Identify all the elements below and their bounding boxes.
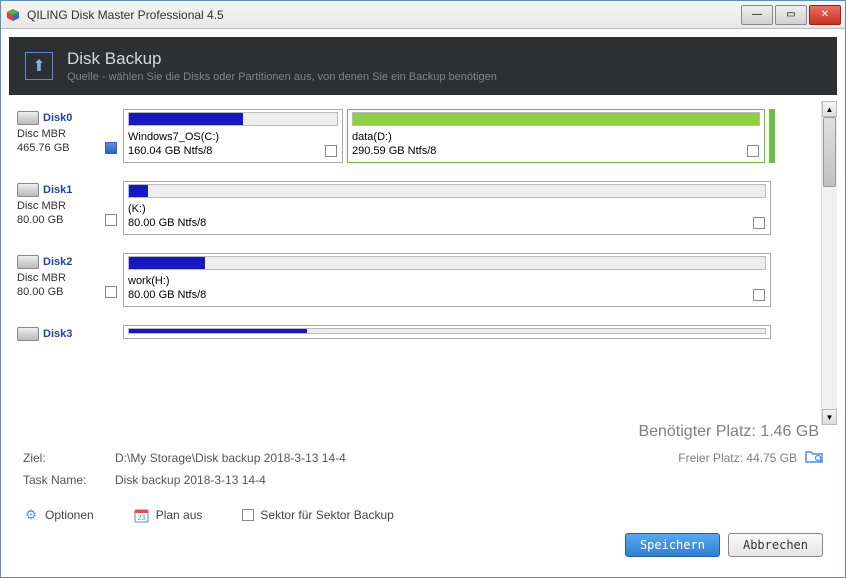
partition-checkbox[interactable] xyxy=(753,217,765,229)
partition-meta: 80.00 GB Ntfs/8 xyxy=(128,216,766,230)
footer: Ziel: D:\My Storage\Disk backup 2018-3-1… xyxy=(9,441,837,497)
partition-meta: 80.00 GB Ntfs/8 xyxy=(128,288,766,302)
backup-icon: ⬆ xyxy=(25,52,53,80)
disk-size: 465.76 GB xyxy=(17,141,70,155)
disk-info: Disk1 Disc MBR80.00 GB xyxy=(17,181,117,235)
partition-meta: 290.59 GB Ntfs/8 xyxy=(352,144,760,158)
disk-info: Disk3 xyxy=(17,325,117,343)
schedule-link[interactable]: 23 Plan aus xyxy=(134,507,203,523)
required-space-value: 1.46 GB xyxy=(760,423,819,440)
ziel-label: Ziel: xyxy=(23,451,115,465)
browse-folder-icon[interactable] xyxy=(805,449,823,467)
hard-disk-icon xyxy=(17,255,39,269)
disk-type: Disc MBR xyxy=(17,271,117,285)
hard-disk-icon xyxy=(17,111,39,125)
button-row: Speichern Abbrechen xyxy=(9,533,837,569)
partition-list: work(H:)80.00 GB Ntfs/8 xyxy=(123,253,821,307)
disk-checkbox[interactable] xyxy=(105,142,117,154)
minimize-button[interactable]: — xyxy=(741,5,773,25)
partition[interactable]: work(H:)80.00 GB Ntfs/8 xyxy=(123,253,771,307)
disk-row: Disk0 Disc MBR465.76 GB Windows7_OS(C:)160… xyxy=(17,109,821,163)
svg-text:23: 23 xyxy=(138,515,146,522)
disk-list-wrap: Disk0Disc MBR465.76 GBWindows7_OS(C:)160… xyxy=(9,101,837,425)
options-link[interactable]: ⚙ Optionen xyxy=(23,507,94,523)
app-icon xyxy=(5,7,21,23)
partition-tiny[interactable] xyxy=(769,109,775,163)
partition-label: Windows7_OS(C:) xyxy=(128,130,338,144)
required-space-label: Benötigter Platz: xyxy=(638,423,755,440)
disk-type: Disc MBR xyxy=(17,127,117,141)
hard-disk-icon xyxy=(17,183,39,197)
disk-name: Disk0 xyxy=(43,112,72,124)
gear-icon: ⚙ xyxy=(23,507,39,523)
partition-checkbox[interactable] xyxy=(753,289,765,301)
titlebar: QILING Disk Master Professional 4.5 — ▭ … xyxy=(1,1,845,29)
content: ⬆ Disk Backup Quelle - wählen Sie die Di… xyxy=(1,29,845,577)
hard-disk-icon xyxy=(17,327,39,341)
partition-list: Windows7_OS(C:)160.04 GB Ntfs/8data(D:)2… xyxy=(123,109,821,163)
disk-checkbox[interactable] xyxy=(105,214,117,226)
maximize-button[interactable]: ▭ xyxy=(775,5,807,25)
partition-usage-bar xyxy=(128,112,338,126)
save-button[interactable]: Speichern xyxy=(625,533,720,557)
ziel-row: Ziel: D:\My Storage\Disk backup 2018-3-1… xyxy=(23,449,823,467)
partition[interactable]: (K:)80.00 GB Ntfs/8 xyxy=(123,181,771,235)
scrollbar-track[interactable] xyxy=(822,117,837,409)
cancel-button[interactable]: Abbrechen xyxy=(728,533,823,557)
disk-row: Disk3 xyxy=(17,325,821,343)
disk-type: Disc MBR xyxy=(17,199,117,213)
partition-list xyxy=(123,325,821,343)
calendar-icon: 23 xyxy=(134,507,150,523)
page-title: Disk Backup xyxy=(67,49,497,69)
partition-meta: 160.04 GB Ntfs/8 xyxy=(128,144,338,158)
disk-checkbox[interactable] xyxy=(105,286,117,298)
partition-label: (K:) xyxy=(128,202,766,216)
disk-row: Disk1 Disc MBR80.00 GB (K:)80.00 GB Ntfs/8 xyxy=(17,181,821,235)
scrollbar[interactable]: ▲ ▼ xyxy=(821,101,837,425)
page-subtitle: Quelle - wählen Sie die Disks oder Parti… xyxy=(67,71,497,83)
header: ⬆ Disk Backup Quelle - wählen Sie die Di… xyxy=(9,37,837,95)
partition-usage-bar xyxy=(128,328,766,334)
ziel-value[interactable]: D:\My Storage\Disk backup 2018-3-13 14-4 xyxy=(115,451,678,465)
disk-list: Disk0Disc MBR465.76 GBWindows7_OS(C:)160… xyxy=(9,101,821,425)
checkbox-icon xyxy=(242,509,254,521)
free-space: Freier Platz: 44.75 GB xyxy=(678,451,797,465)
partition[interactable]: Windows7_OS(C:)160.04 GB Ntfs/8 xyxy=(123,109,343,163)
partition-label: data(D:) xyxy=(352,130,760,144)
disk-info: Disk2 Disc MBR80.00 GB xyxy=(17,253,117,307)
disk-size: 80.00 GB xyxy=(17,285,63,299)
partition-usage-bar xyxy=(128,256,766,270)
disk-name: Disk1 xyxy=(43,184,72,196)
task-row: Task Name: Disk backup 2018-3-13 14-4 xyxy=(23,473,823,487)
titlebar-text: QILING Disk Master Professional 4.5 xyxy=(27,8,739,22)
partition-list: (K:)80.00 GB Ntfs/8 xyxy=(123,181,821,235)
task-label: Task Name: xyxy=(23,473,115,487)
partition-checkbox[interactable] xyxy=(747,145,759,157)
partition-usage-bar xyxy=(128,184,766,198)
disk-name: Disk2 xyxy=(43,256,72,268)
scroll-up-button[interactable]: ▲ xyxy=(822,101,837,117)
close-button[interactable]: ✕ xyxy=(809,5,841,25)
partition[interactable]: data(D:)290.59 GB Ntfs/8 xyxy=(347,109,765,163)
partition-usage-bar xyxy=(352,112,760,126)
options-row: ⚙ Optionen 23 Plan aus Sektor für Sektor… xyxy=(9,497,837,533)
disk-row: Disk2 Disc MBR80.00 GB work(H:)80.00 GB Nt… xyxy=(17,253,821,307)
task-value[interactable]: Disk backup 2018-3-13 14-4 xyxy=(115,473,823,487)
disk-size: 80.00 GB xyxy=(17,213,63,227)
scrollbar-thumb[interactable] xyxy=(823,117,836,187)
window-controls: — ▭ ✕ xyxy=(739,5,841,25)
sector-backup-checkbox[interactable]: Sektor für Sektor Backup xyxy=(242,508,393,522)
partition-checkbox[interactable] xyxy=(325,145,337,157)
app-window: QILING Disk Master Professional 4.5 — ▭ … xyxy=(0,0,846,578)
partition[interactable] xyxy=(123,325,771,339)
disk-info: Disk0 Disc MBR465.76 GB xyxy=(17,109,117,163)
required-space-row: Benötigter Platz: 1.46 GB xyxy=(9,423,837,441)
partition-label: work(H:) xyxy=(128,274,766,288)
disk-name: Disk3 xyxy=(43,328,72,340)
